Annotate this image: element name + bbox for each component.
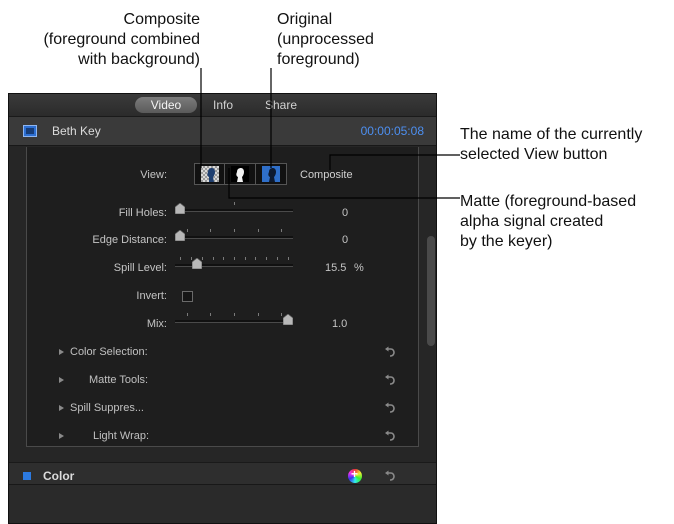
callout-leader-lines bbox=[200, 68, 460, 199]
leader-view-name bbox=[329, 154, 460, 170]
leader-matte bbox=[228, 168, 460, 199]
